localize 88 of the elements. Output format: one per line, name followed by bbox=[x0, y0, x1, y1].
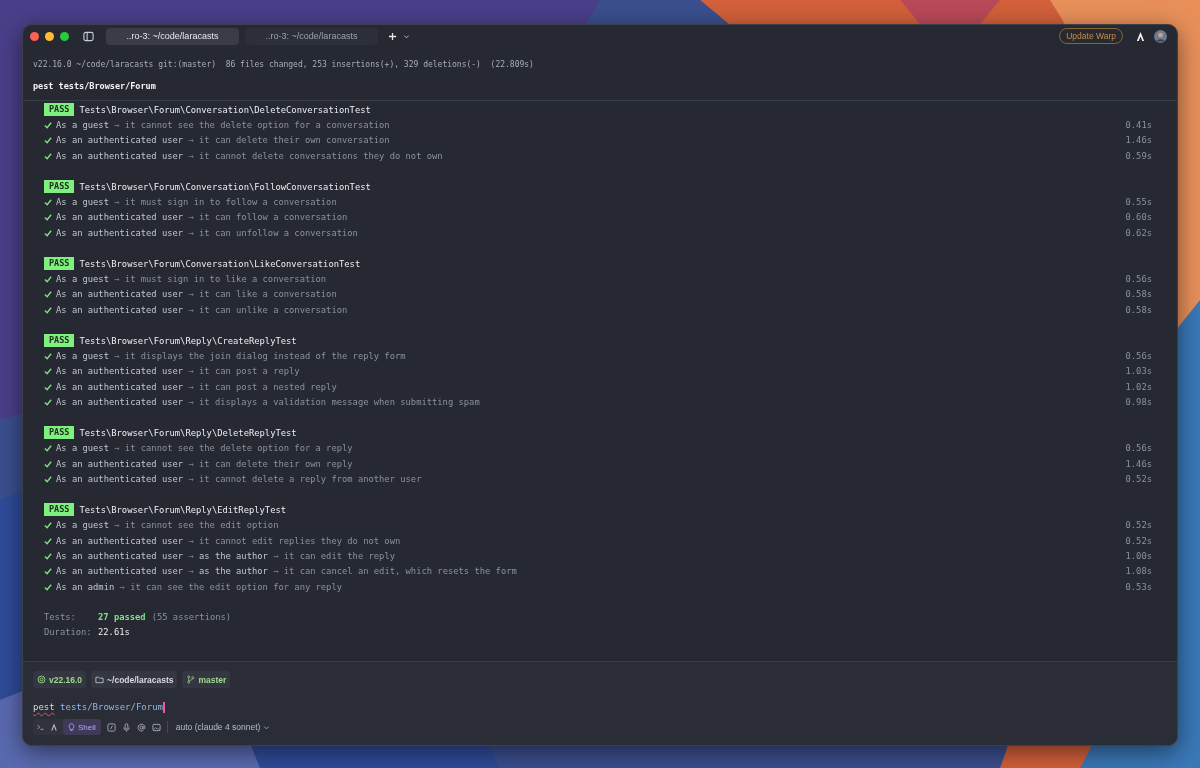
test-duration: 1.46s bbox=[1125, 458, 1152, 469]
node-icon bbox=[37, 675, 46, 684]
close-button[interactable] bbox=[30, 31, 39, 41]
test-description: As an authenticated user → it can follow a conversation bbox=[56, 212, 348, 223]
test-description: As an authenticated user → it can delete their own conversation bbox=[56, 135, 390, 146]
test-duration: 0.56s bbox=[1125, 274, 1152, 284]
test-duration: 1.02s bbox=[1125, 381, 1152, 392]
image-icon[interactable] bbox=[151, 722, 161, 732]
test-description: As an authenticated user → as the author → it can cancel an edit, which resets the form bbox=[56, 566, 517, 577]
test-duration: 0.53s bbox=[1125, 581, 1152, 592]
test-class-name: Tests\Browser\Forum\Reply\CreateReplyTest bbox=[79, 335, 297, 346]
status-badge: PASS bbox=[44, 257, 75, 271]
test-description: As an authenticated user → it cannot delete conversations they do not own bbox=[56, 150, 443, 161]
status-badge: PASS bbox=[44, 426, 75, 440]
test-description: As an authenticated user → it can post a reply bbox=[56, 366, 300, 377]
test-description: As a guest → it cannot see the delete option for a reply bbox=[56, 443, 353, 454]
test-class-name: Tests\Browser\Forum\Conversation\FollowConversationTest bbox=[79, 181, 371, 192]
lightbulb-icon bbox=[68, 722, 75, 732]
test-description: As an authenticated user → as the author → it can edit the reply bbox=[56, 551, 395, 561]
test-duration: 1.00s bbox=[1125, 551, 1152, 561]
command-input[interactable]: pest tests/Browser/Forum bbox=[33, 700, 1167, 714]
git-branch-icon bbox=[186, 675, 196, 684]
test-duration: 1.08s bbox=[1125, 566, 1152, 577]
microphone-icon[interactable] bbox=[121, 722, 131, 732]
test-description: As a guest → it displays the join dialog instead of the reply form bbox=[56, 350, 406, 361]
test-duration: 0.56s bbox=[1125, 350, 1152, 361]
test-description: As an authenticated user → it displays a validation message when submitting spam bbox=[56, 397, 480, 408]
status-badge: PASS bbox=[44, 334, 75, 348]
test-description: As a guest → it cannot see the delete option for a conversation bbox=[56, 120, 390, 131]
test-duration: 0.59s bbox=[1125, 150, 1152, 161]
test-description: As an authenticated user → it cannot delete a reply from another user bbox=[56, 474, 422, 485]
test-duration: 1.46s bbox=[1125, 135, 1152, 146]
test-description: As an authenticated user → it can like a conversation bbox=[56, 289, 337, 300]
passed-count: 27 passed bbox=[98, 611, 146, 622]
summary-label: Duration: bbox=[44, 626, 93, 637]
test-description: As an authenticated user → it can unlike a conversation bbox=[56, 304, 348, 315]
status-badge: PASS bbox=[44, 180, 75, 194]
new-tab-icon[interactable] bbox=[388, 31, 397, 41]
test-class-name: Tests\Browser\Forum\Conversation\DeleteConversationTest bbox=[79, 104, 371, 115]
test-description: As an authenticated user → it can post a nested reply bbox=[56, 381, 337, 392]
test-duration: 0.98s bbox=[1125, 397, 1152, 408]
test-class-name: Tests\Browser\Forum\Reply\DeleteReplyTest bbox=[79, 427, 297, 438]
test-duration: 0.52s bbox=[1125, 520, 1152, 531]
duration-value: 22.61s bbox=[98, 626, 130, 637]
test-description: As a guest → it must sign in to follow a conversation bbox=[56, 197, 337, 208]
test-class-name: Tests\Browser\Forum\Conversation\LikeConversationTest bbox=[79, 258, 361, 269]
slash-command-icon[interactable] bbox=[106, 722, 116, 732]
test-duration: 0.60s bbox=[1125, 212, 1152, 223]
status-badge: PASS bbox=[44, 103, 75, 117]
logo-icon[interactable] bbox=[1135, 30, 1146, 42]
test-duration: 0.41s bbox=[1125, 120, 1152, 131]
test-duration: 0.62s bbox=[1125, 227, 1152, 238]
status-badge: PASS bbox=[44, 503, 75, 517]
avatar[interactable] bbox=[1154, 29, 1167, 43]
terminal-icon[interactable] bbox=[37, 723, 45, 731]
test-description: As a guest → it must sign in to like a conversation bbox=[56, 274, 327, 284]
test-duration: 0.58s bbox=[1125, 304, 1152, 315]
test-duration: 0.52s bbox=[1125, 474, 1152, 485]
agent-icon[interactable] bbox=[50, 723, 58, 731]
context-chip[interactable]: master bbox=[182, 671, 231, 688]
command-text: pest tests/Browser/Forum bbox=[33, 80, 157, 92]
block-info: v22.16.0 ~/code/laracasts git:(master) 86 files changed, 253 insertions(+), 329 deletions(-) (22.809s) bbox=[33, 59, 535, 71]
context-chip[interactable]: ~/code/laracasts bbox=[91, 671, 178, 688]
chevron-down-icon[interactable] bbox=[403, 32, 410, 40]
test-duration: 0.55s bbox=[1125, 197, 1152, 208]
sidebar-icon[interactable] bbox=[83, 30, 94, 42]
test-description: As an admin → it can see the edit option for any reply bbox=[56, 581, 342, 592]
test-description: As an authenticated user → it can unfollow a conversation bbox=[56, 227, 358, 238]
minimize-button[interactable] bbox=[45, 31, 54, 41]
summary-label: Tests: bbox=[44, 611, 77, 622]
test-class-name: Tests\Browser\Forum\Reply\EditReplyTest bbox=[79, 504, 287, 515]
folder-icon bbox=[95, 675, 105, 684]
test-description: As an authenticated user → it can delete their own reply bbox=[56, 458, 353, 469]
zoom-button[interactable] bbox=[60, 31, 69, 41]
chevron-down-icon bbox=[263, 723, 271, 731]
test-description: As a guest → it cannot see the edit option bbox=[56, 520, 279, 531]
assertion-count: (55 assertions) bbox=[151, 611, 232, 622]
test-duration: 0.58s bbox=[1125, 289, 1152, 300]
test-description: As an authenticated user → it cannot edit replies they do not own bbox=[56, 535, 401, 546]
test-duration: 0.52s bbox=[1125, 535, 1152, 546]
test-duration: 1.03s bbox=[1125, 366, 1152, 377]
context-chip[interactable]: v22.16.0 bbox=[33, 671, 87, 688]
tab[interactable]: ..ro-3: ~/code/laracasts bbox=[245, 27, 378, 45]
tab[interactable]: ..ro-3: ~/code/laracasts bbox=[106, 27, 239, 45]
shell-mode-button[interactable]: Shell bbox=[63, 719, 101, 735]
test-duration: 0.56s bbox=[1125, 443, 1152, 454]
mention-icon[interactable] bbox=[136, 722, 146, 732]
model-selector[interactable]: auto (claude 4 sonnet) bbox=[173, 722, 273, 732]
